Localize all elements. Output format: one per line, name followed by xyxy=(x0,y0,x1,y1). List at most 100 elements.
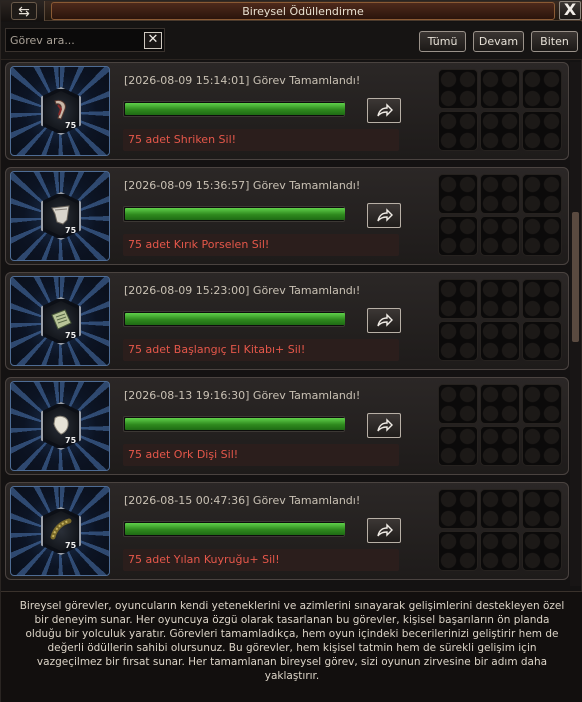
item-count: 75 xyxy=(65,331,77,340)
reward-slot[interactable] xyxy=(438,426,478,466)
reward-slot[interactable] xyxy=(438,321,478,361)
quest-item-frame: 75 xyxy=(10,66,110,156)
quest-objective: 75 adet Shriken Sil! xyxy=(123,129,399,151)
quest-header: [2026-08-15 00:47:36] Görev Tamamlandı! xyxy=(124,494,360,507)
quest-card: 75 [2026-08-15 00:47:36] Görev Tamamland… xyxy=(5,482,569,580)
share-button[interactable] xyxy=(367,308,401,333)
progress-bar xyxy=(123,521,345,537)
close-button[interactable]: X xyxy=(559,1,581,20)
reward-grid xyxy=(438,384,562,468)
progress-bar xyxy=(123,416,345,432)
reward-slot[interactable] xyxy=(438,174,478,214)
snake-tail-icon xyxy=(50,518,72,540)
quest-card: 75 [2026-08-09 15:23:00] Görev Tamamland… xyxy=(5,272,569,370)
filter-all-button[interactable]: Tümü xyxy=(419,31,466,52)
title-left-panel: ⇆ xyxy=(1,1,45,21)
reward-slot[interactable] xyxy=(522,426,562,466)
reward-slot[interactable] xyxy=(438,111,478,151)
progress-fill xyxy=(125,523,345,535)
progress-fill xyxy=(125,418,345,430)
reward-slot[interactable] xyxy=(480,531,520,571)
search-row: ✕ Tümü Devam Biten xyxy=(1,22,582,60)
quest-objective: 75 adet Yılan Kuyruğu+ Sil! xyxy=(123,549,399,571)
clear-search-button[interactable]: ✕ xyxy=(144,32,162,49)
reward-grid xyxy=(438,174,562,258)
quest-timestamp: [2026-08-09 15:23:00] xyxy=(124,284,250,297)
progress-fill xyxy=(125,208,345,220)
reward-slot[interactable] xyxy=(438,489,478,529)
share-arrow-icon xyxy=(377,418,393,432)
reward-slot[interactable] xyxy=(522,531,562,571)
quest-card: 75 [2026-08-09 15:36:57] Görev Tamamland… xyxy=(5,167,569,265)
title-banner: Bireysel Ödüllendirme xyxy=(51,2,555,20)
quest-card: 75 [2026-08-09 15:14:01] Görev Tamamland… xyxy=(5,62,569,160)
reward-slot[interactable] xyxy=(480,384,520,424)
reward-slot[interactable] xyxy=(438,384,478,424)
share-button[interactable] xyxy=(367,413,401,438)
quest-timestamp: [2026-08-15 00:47:36] xyxy=(124,494,250,507)
quest-list[interactable]: 75 [2026-08-09 15:14:01] Görev Tamamland… xyxy=(3,62,569,586)
scrollbar[interactable] xyxy=(570,62,581,586)
share-button[interactable] xyxy=(367,203,401,228)
quest-header: [2026-08-09 15:14:01] Görev Tamamlandı! xyxy=(124,74,360,87)
progress-bar xyxy=(123,101,345,117)
reward-slot[interactable] xyxy=(438,216,478,256)
reward-slot[interactable] xyxy=(480,69,520,109)
filter-ongoing-button[interactable]: Devam xyxy=(473,31,524,52)
quest-timestamp: [2026-08-13 19:16:30] xyxy=(124,389,250,402)
reward-slot[interactable] xyxy=(438,69,478,109)
reward-window: ⇆ Bireysel Ödüllendirme X ✕ Tümü Devam B… xyxy=(0,0,582,702)
quest-header: [2026-08-09 15:36:57] Görev Tamamlandı! xyxy=(124,179,360,192)
scroll-thumb[interactable] xyxy=(572,212,579,342)
quest-item-frame: 75 xyxy=(10,171,110,261)
title-bar[interactable]: ⇆ Bireysel Ödüllendirme X xyxy=(1,1,582,21)
reward-slot[interactable] xyxy=(522,321,562,361)
quest-status: Görev Tamamlandı! xyxy=(252,179,361,192)
reward-slot[interactable] xyxy=(522,174,562,214)
reward-slot[interactable] xyxy=(438,279,478,319)
quest-card: 75 [2026-08-13 19:16:30] Görev Tamamland… xyxy=(5,377,569,475)
reward-slot[interactable] xyxy=(522,69,562,109)
item-count: 75 xyxy=(65,226,77,235)
quest-header: [2026-08-13 19:16:30] Görev Tamamlandı! xyxy=(124,389,360,402)
description-text: Bireysel görevler, oyuncuların kendi yet… xyxy=(1,591,582,702)
share-arrow-icon xyxy=(377,313,393,327)
reward-grid xyxy=(438,279,562,363)
reward-slot[interactable] xyxy=(480,279,520,319)
reward-slot[interactable] xyxy=(438,531,478,571)
reward-slot[interactable] xyxy=(480,321,520,361)
share-arrow-icon xyxy=(377,103,393,117)
reward-slot[interactable] xyxy=(480,489,520,529)
share-arrow-icon xyxy=(377,208,393,222)
quest-status: Görev Tamamlandı! xyxy=(252,74,361,87)
reward-slot[interactable] xyxy=(522,489,562,529)
share-button[interactable] xyxy=(367,98,401,123)
share-button[interactable] xyxy=(367,518,401,543)
reward-slot[interactable] xyxy=(480,174,520,214)
quest-status: Görev Tamamlandı! xyxy=(252,494,361,507)
quest-header: [2026-08-09 15:23:00] Görev Tamamlandı! xyxy=(124,284,360,297)
quest-item-frame: 75 xyxy=(10,486,110,576)
quest-status: Görev Tamamlandı! xyxy=(252,284,361,297)
reward-slot[interactable] xyxy=(522,216,562,256)
item-count: 75 xyxy=(65,436,77,445)
quest-objective: 75 adet Kırık Porselen Sil! xyxy=(123,234,399,256)
item-count: 75 xyxy=(65,541,77,550)
progress-bar xyxy=(123,311,345,327)
reward-slot[interactable] xyxy=(522,111,562,151)
search-input[interactable] xyxy=(10,31,138,49)
progress-fill xyxy=(125,103,345,115)
quest-objective: 75 adet Ork Dişi Sil! xyxy=(123,444,399,466)
reward-slot[interactable] xyxy=(522,384,562,424)
reward-slot[interactable] xyxy=(522,279,562,319)
quest-timestamp: [2026-08-09 15:14:01] xyxy=(124,74,250,87)
reward-slot[interactable] xyxy=(480,216,520,256)
filter-finished-button[interactable]: Biten xyxy=(531,31,578,52)
orc-tooth-icon xyxy=(53,415,69,435)
search-box: ✕ xyxy=(5,28,165,52)
reward-slot[interactable] xyxy=(480,426,520,466)
reward-slot[interactable] xyxy=(480,111,520,151)
handbook-icon xyxy=(51,309,72,330)
swap-arrows-icon[interactable]: ⇆ xyxy=(11,2,37,20)
share-arrow-icon xyxy=(377,523,393,537)
